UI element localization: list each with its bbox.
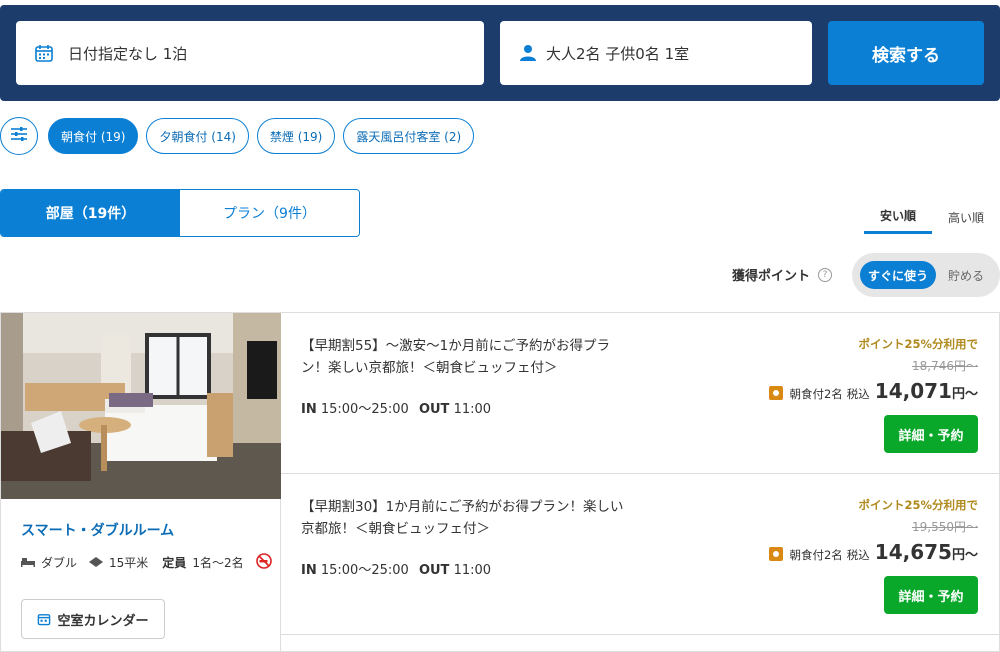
filter-toggle-button[interactable] [0,117,38,155]
guest-field[interactable]: 大人2名 子供0名 1室 [500,21,812,85]
points-label: 獲得ポイント [732,269,811,284]
in-label: IN [301,402,317,417]
book-button[interactable]: 詳細・予約 [884,576,978,614]
save-option[interactable]: 貯める [940,261,992,289]
in-label: IN [301,563,317,578]
tax-label: 税込 [846,387,870,401]
tax-label: 税込 [846,548,870,562]
price: 14,071 [874,379,952,403]
date-label: 日付指定なし 1泊 [68,44,188,63]
meal-icon [769,386,784,400]
price-unit: 円〜 [951,548,978,563]
help-icon[interactable]: ? [818,267,833,282]
plan-list: 【早期割55】〜激安〜1か月前にご予約がお得プラン！楽しい京都旅！＜朝食ビュッフ… [281,312,1000,652]
points-promo: ポイント25%分利用で [858,498,978,512]
capacity-label: 定員 [162,556,187,570]
date-field[interactable]: 日付指定なし 1泊 [16,21,484,85]
out-label: OUT [418,563,450,578]
meal-label: 朝食付2名 [789,548,843,562]
sort-cheapest[interactable]: 安い順 [864,200,932,234]
search-button[interactable]: 検索する [828,21,984,85]
meal-icon [769,547,784,561]
room-name[interactable]: スマート・ダブルルーム [21,520,174,540]
room-specs: ダブル 15平米 定員 1名〜2名 [21,553,272,572]
book-button[interactable]: 詳細・予約 [884,415,978,453]
plan-checkin-time: IN 15:00〜25:00 OUT 11:00 [301,398,491,417]
price: 14,675 [874,540,952,564]
use-now-option[interactable]: すぐに使う [860,261,936,289]
room-size: 15平米 [109,556,149,570]
bed-type: ダブル [41,556,78,570]
price-row: 朝食付2名 税込 14,071 円〜 [769,379,978,403]
guest-label: 大人2名 子供0名 1室 [546,44,690,63]
search-bar: 日付指定なし 1泊 大人2名 子供0名 1室 検索する [0,5,1000,101]
chip-non-smoking[interactable]: 禁煙 (19) [256,118,336,154]
plan-item: 【早期割30】1か月前にご予約がお得プラン！楽しい京都旅！＜朝食ビュッフェ付＞ … [281,474,999,635]
bed-icon [21,556,35,570]
result-tabs: 部屋（19件） プラン（9件） [0,189,360,237]
chip-dinner-breakfast[interactable]: 夕朝食付 (14) [146,118,249,154]
plan-item: 【早期割55】〜激安〜1か月前にご予約がお得プラン！楽しい京都旅！＜朝食ビュッフ… [281,313,999,474]
filter-bar: 朝食付 (19) 夕朝食付 (14) 禁煙 (19) 露天風呂付客室 (2) [0,117,482,155]
points-toggle: すぐに使う 貯める [852,253,1000,297]
price-unit: 円〜 [951,387,978,402]
price-row: 朝食付2名 税込 14,675 円〜 [769,540,978,564]
in-time: 15:00〜25:00 [320,402,409,417]
area-icon [89,556,104,570]
person-icon [518,43,538,63]
tab-rooms[interactable]: 部屋（19件） [1,190,180,236]
plan-title[interactable]: 【早期割55】〜激安〜1か月前にご予約がお得プラン！楽しい京都旅！＜朝食ビュッフ… [301,335,631,379]
chip-breakfast[interactable]: 朝食付 (19) [48,118,139,154]
sort-expensive[interactable]: 高い順 [938,200,994,234]
chip-open-air-bath[interactable]: 露天風呂付客室 (2) [343,118,475,154]
vacancy-calendar-button[interactable]: 空室カレンダー [21,599,165,639]
original-price: 19,550円〜 [912,520,978,534]
calendar-icon [37,612,51,626]
meal-label: 朝食付2名 [789,387,843,401]
no-smoking-icon [255,553,272,572]
capacity-value: 1名〜2名 [192,556,244,570]
original-price: 18,746円〜 [912,359,978,373]
points-promo: ポイント25%分利用で [858,337,978,351]
in-time: 15:00〜25:00 [320,563,409,578]
room-photo[interactable] [1,313,281,499]
sliders-icon [9,125,29,147]
out-label: OUT [418,402,450,417]
plan-checkin-time: IN 15:00〜25:00 OUT 11:00 [301,559,491,578]
tab-plans[interactable]: プラン（9件） [180,190,359,236]
out-time: 11:00 [453,563,492,578]
vacancy-calendar-label: 空室カレンダー [57,613,149,629]
points-label-group: 獲得ポイント ? [732,265,833,284]
out-time: 11:00 [453,402,492,417]
plan-title[interactable]: 【早期割30】1か月前にご予約がお得プラン！楽しい京都旅！＜朝食ビュッフェ付＞ [301,496,631,540]
calendar-icon [34,43,54,63]
